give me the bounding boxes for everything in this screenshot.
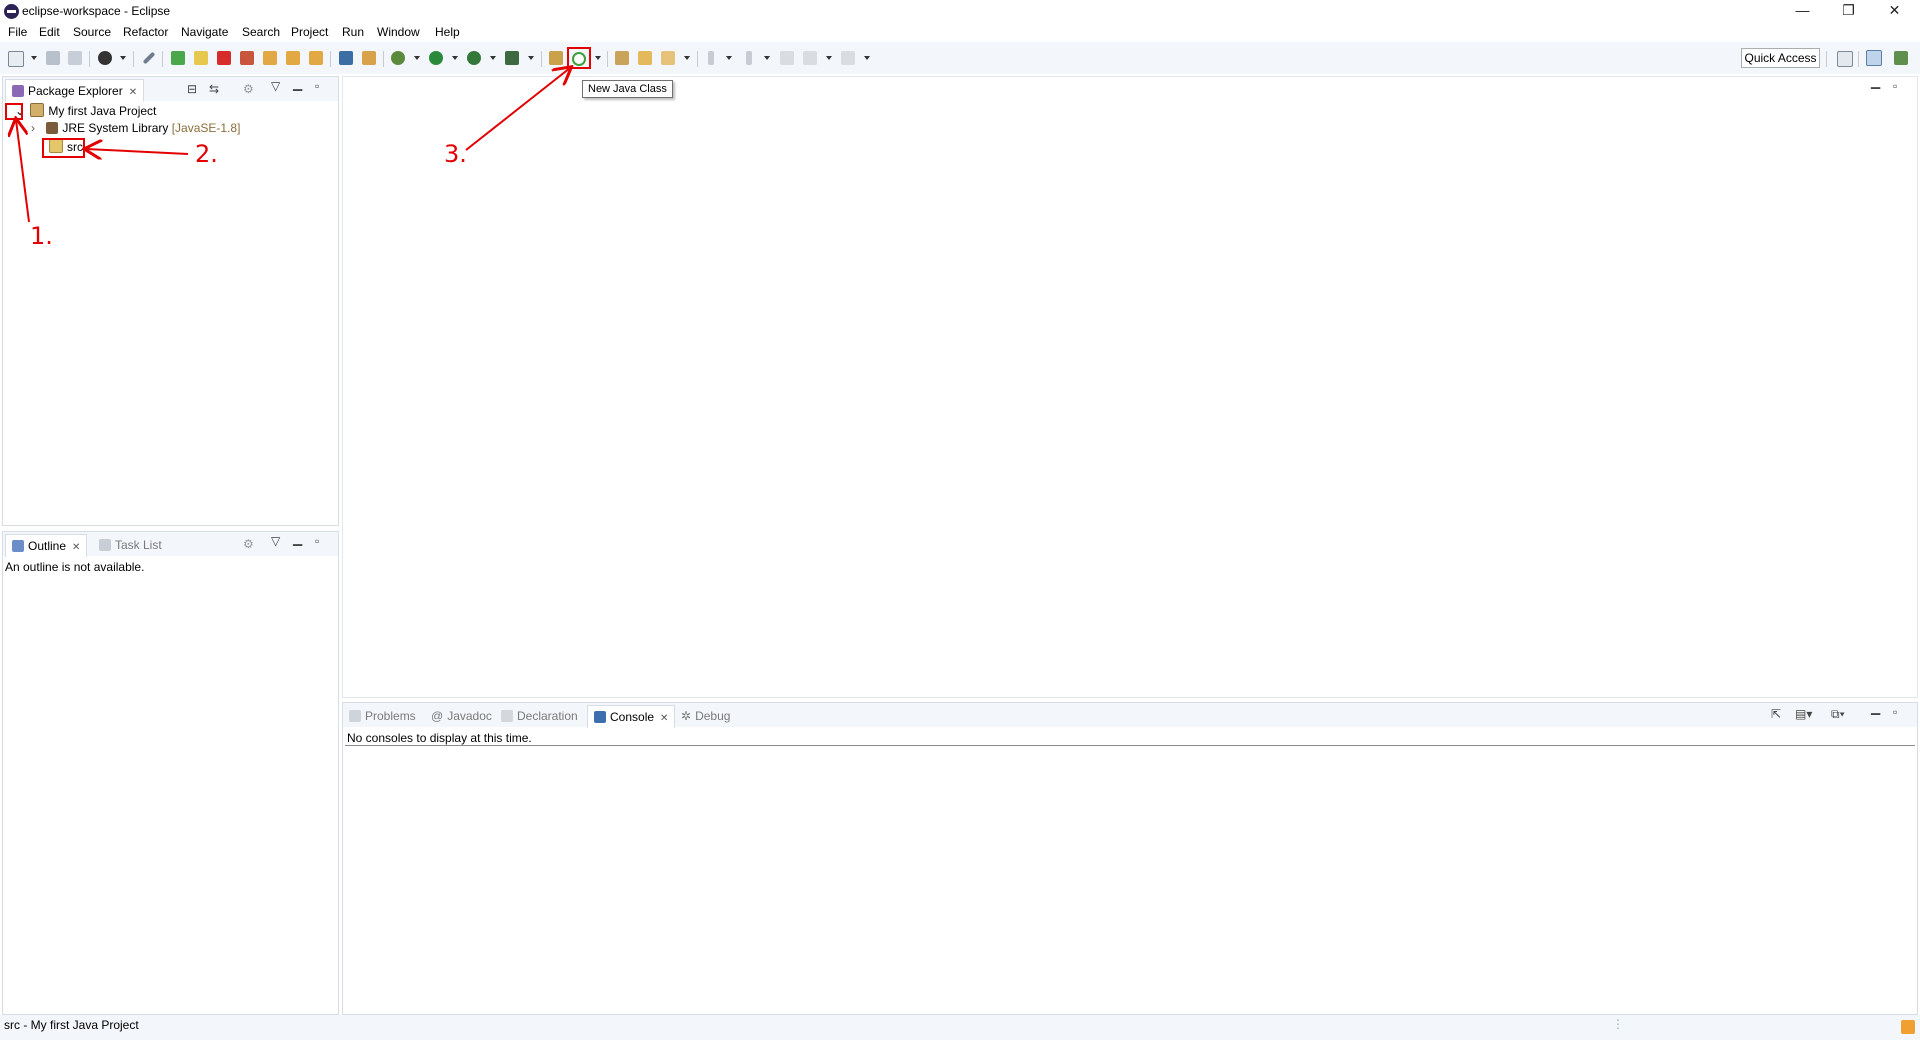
annotation-label-2: 2. — [195, 140, 218, 168]
arrow-2 — [86, 149, 189, 154]
arrow-3 — [465, 68, 570, 151]
arrow-1 — [16, 120, 30, 223]
annotation-arrows — [0, 0, 1920, 223]
annotation-label-3: 3. — [444, 140, 467, 168]
annotation-label-1: 1. — [30, 222, 53, 250]
